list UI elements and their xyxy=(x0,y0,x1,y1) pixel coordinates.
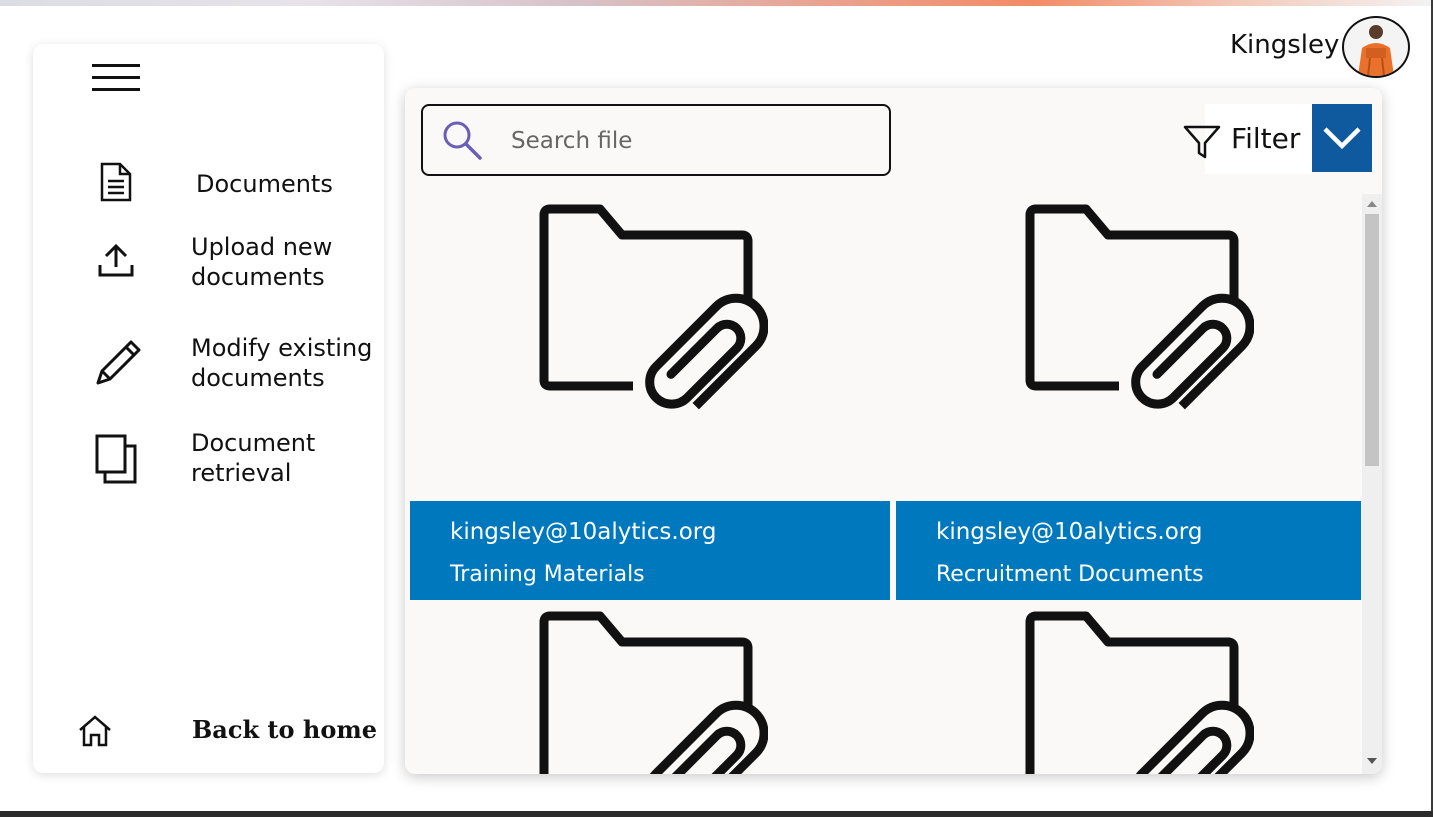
menu-icon[interactable] xyxy=(92,64,142,94)
folder-name: Training Materials xyxy=(450,562,645,587)
folder-owner-email: kingsley@10alytics.org xyxy=(450,519,717,545)
avatar[interactable] xyxy=(1342,16,1410,78)
folder-owner-email: kingsley@10alytics.org xyxy=(936,519,1203,545)
sidebar-item-label: Document retrieval xyxy=(191,428,381,488)
search-box xyxy=(421,104,891,176)
filter-dropdown-button[interactable] xyxy=(1312,104,1372,172)
filter-button[interactable]: Filter xyxy=(1183,104,1312,174)
label-line: Upload new documents xyxy=(191,233,333,291)
folder-card[interactable]: kingsley@10alytics.org Recruitment Docum… xyxy=(896,193,1361,600)
scrollbar[interactable] xyxy=(1362,194,1382,774)
folder-card[interactable]: kingsley@10alytics.org Training Material… xyxy=(410,193,890,600)
window-bottom-bar xyxy=(0,811,1433,817)
folder-caption: kingsley@10alytics.org Recruitment Docum… xyxy=(896,501,1361,600)
sidebar-item-retrieval[interactable]: Document retrieval xyxy=(33,426,384,496)
back-to-home-label: Back to home xyxy=(192,715,378,744)
folder-card[interactable] xyxy=(896,600,1361,774)
folder-attachment-icon xyxy=(539,204,768,410)
pencil-icon xyxy=(96,340,141,385)
scrollbar-thumb[interactable] xyxy=(1365,214,1379,466)
filter-icon xyxy=(1183,125,1221,159)
scroll-up-icon[interactable] xyxy=(1367,201,1377,207)
sidebar-item-modify[interactable]: Modify existing documents xyxy=(33,330,384,400)
top-gradient-strip xyxy=(0,0,1433,6)
search-icon xyxy=(443,121,482,160)
chevron-down-icon xyxy=(1323,127,1361,150)
filter-label: Filter xyxy=(1231,122,1301,155)
folder-caption: kingsley@10alytics.org Training Material… xyxy=(410,501,890,600)
folder-attachment-icon xyxy=(1025,204,1254,410)
sidebar-item-upload[interactable]: Upload new documents xyxy=(33,229,384,299)
scroll-down-icon[interactable] xyxy=(1367,758,1377,764)
folder-card[interactable] xyxy=(410,600,890,774)
user-name: Kingsley xyxy=(1230,30,1340,60)
sidebar-item-label: Modify existing documents xyxy=(191,333,386,393)
file-browser-panel: Filter kingsley@10alytics.org Training M… xyxy=(405,88,1382,774)
sidebar: Documents Upload new documents Modify ex… xyxy=(33,44,384,773)
upload-icon xyxy=(98,243,134,277)
search-input[interactable] xyxy=(509,120,873,162)
folder-attachment-icon xyxy=(539,611,768,774)
sidebar-item-label: Upload new documents xyxy=(191,232,381,292)
label-line: Document retrieval xyxy=(191,429,316,487)
home-icon xyxy=(79,715,111,747)
sidebar-item-label: Documents xyxy=(196,170,333,198)
folder-name: Recruitment Documents xyxy=(936,562,1204,587)
document-icon xyxy=(100,162,132,202)
copy-icon xyxy=(95,434,137,484)
label-line: Modify existing documents xyxy=(191,334,373,392)
sidebar-item-documents[interactable]: Documents xyxy=(33,154,384,204)
folder-attachment-icon xyxy=(1025,611,1254,774)
